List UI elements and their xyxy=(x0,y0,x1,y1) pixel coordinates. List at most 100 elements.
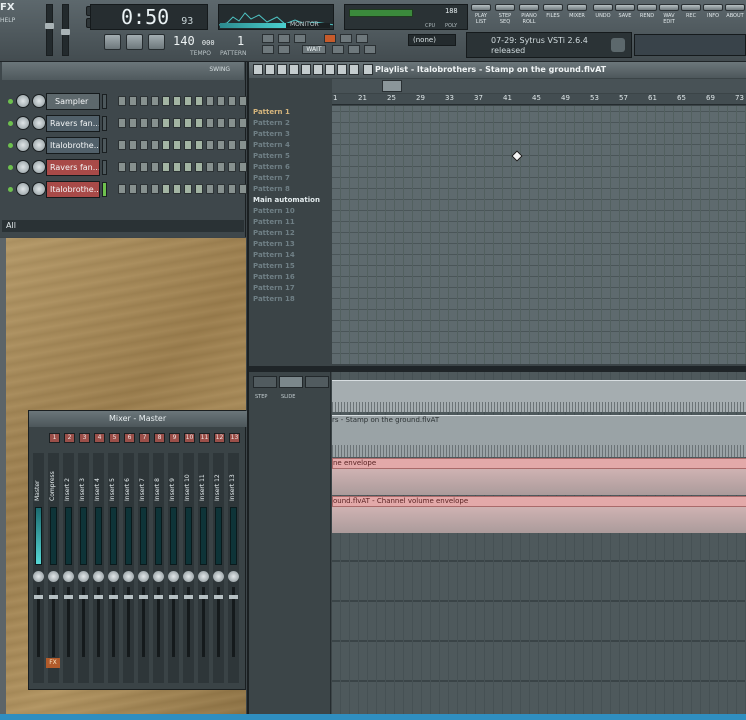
fl-logo[interactable]: FX HELP xyxy=(0,2,22,58)
mixer-track-number[interactable]: 1 xyxy=(49,433,60,443)
wait-button[interactable]: WAIT xyxy=(302,45,326,54)
pattern-item[interactable]: Pattern 8 xyxy=(253,184,329,195)
step-button[interactable] xyxy=(151,184,159,194)
mixer-fader[interactable] xyxy=(199,587,208,657)
pan-knob[interactable] xyxy=(16,182,30,196)
mixer-track[interactable]: Insert 6 xyxy=(123,453,134,683)
channel-select[interactable] xyxy=(102,138,107,153)
channel-name-button[interactable]: Italobrothe... xyxy=(46,181,100,198)
pattern-item[interactable]: Pattern 15 xyxy=(253,261,329,272)
step-button[interactable] xyxy=(217,184,225,194)
step-button[interactable] xyxy=(184,96,192,106)
monitor-label[interactable]: MONITOR xyxy=(290,21,319,28)
slice-icon[interactable] xyxy=(313,64,323,75)
snap-tool-5[interactable] xyxy=(340,34,352,43)
step-button[interactable] xyxy=(184,162,192,172)
mixer-fader[interactable] xyxy=(34,587,43,657)
master-volume-slider[interactable] xyxy=(45,4,54,56)
channel-rack-titlebar[interactable]: SWING xyxy=(2,62,244,80)
pan-knob[interactable] xyxy=(16,160,30,174)
mixer-fader[interactable] xyxy=(64,587,73,657)
channel-volume-envelope-body[interactable] xyxy=(332,507,746,533)
render-button[interactable]: REND xyxy=(636,4,658,30)
mixer-pan-knob[interactable] xyxy=(168,571,179,582)
channel-name-button[interactable]: Ravers fan... xyxy=(46,115,100,132)
step-button[interactable] xyxy=(151,118,159,128)
time-display[interactable]: 0:50 93 xyxy=(90,4,208,30)
step-button[interactable] xyxy=(118,96,126,106)
mixer-fader[interactable] xyxy=(94,587,103,657)
mixer-pan-knob[interactable] xyxy=(228,571,239,582)
channel-select[interactable] xyxy=(102,160,107,175)
delete-icon[interactable] xyxy=(289,64,299,75)
mixer-track[interactable]: Insert 11 xyxy=(198,453,209,683)
step-button[interactable] xyxy=(140,118,148,128)
news-icon[interactable] xyxy=(611,38,625,52)
playlist-button[interactable]: PLAY LIST xyxy=(470,4,492,30)
mixer-fader[interactable] xyxy=(184,587,193,657)
step-button[interactable] xyxy=(129,96,137,106)
step-button[interactable] xyxy=(129,162,137,172)
files-button[interactable]: FILES xyxy=(542,4,564,30)
pattern-item[interactable]: Pattern 16 xyxy=(253,272,329,283)
mixer-track-number[interactable]: 11 xyxy=(199,433,210,443)
volume-knob[interactable] xyxy=(32,182,46,196)
mixer-track[interactable]: Master xyxy=(33,453,44,683)
play-button[interactable] xyxy=(104,34,121,50)
step-button[interactable] xyxy=(217,162,225,172)
step-button[interactable] xyxy=(184,140,192,150)
step-button[interactable] xyxy=(173,162,181,172)
snap-tool-7[interactable] xyxy=(262,45,274,54)
snap-dropdown[interactable]: (none) xyxy=(408,34,456,46)
mixer-fader[interactable] xyxy=(79,587,88,657)
envelope-clip-body[interactable] xyxy=(332,469,746,495)
envelope-clip[interactable]: ne envelope xyxy=(332,458,746,469)
horizontal-scrollbar[interactable] xyxy=(332,79,746,93)
mixer-pan-knob[interactable] xyxy=(183,571,194,582)
pan-knob[interactable] xyxy=(16,138,30,152)
rec-button[interactable]: REC xyxy=(680,4,702,30)
mixer-track-number[interactable]: 12 xyxy=(214,433,225,443)
brush-icon[interactable] xyxy=(277,64,287,75)
playback-icon[interactable] xyxy=(349,64,359,75)
stop-button[interactable] xyxy=(126,34,143,50)
mixer-pan-knob[interactable] xyxy=(213,571,224,582)
step-button[interactable] xyxy=(184,184,192,194)
volume-knob[interactable] xyxy=(32,160,46,174)
playlist-grid[interactable] xyxy=(332,106,746,364)
step-button[interactable] xyxy=(228,118,236,128)
mixer-button[interactable]: MIXER xyxy=(566,4,588,30)
step-button[interactable] xyxy=(239,140,247,150)
step-button[interactable] xyxy=(195,140,203,150)
step-mode-icon[interactable] xyxy=(253,376,277,388)
master-pitch-slider[interactable] xyxy=(61,4,70,56)
help-label[interactable]: HELP xyxy=(0,17,22,24)
mixer-track-number[interactable]: 2 xyxy=(64,433,75,443)
mixer-pan-knob[interactable] xyxy=(63,571,74,582)
audio-clip[interactable] xyxy=(332,380,746,412)
curve-mode-icon[interactable] xyxy=(279,376,303,388)
zoom-icon[interactable] xyxy=(337,64,347,75)
mixer-fader[interactable] xyxy=(229,587,238,657)
select-icon[interactable] xyxy=(325,64,335,75)
mixer-pan-knob[interactable] xyxy=(33,571,44,582)
piano-roll-button[interactable]: PIANO ROLL xyxy=(518,4,540,30)
mute-icon[interactable] xyxy=(301,64,311,75)
step-button[interactable] xyxy=(118,184,126,194)
pattern-item[interactable]: Main automation xyxy=(253,195,329,206)
step-button[interactable] xyxy=(173,140,181,150)
snap-tool-2[interactable] xyxy=(278,34,290,43)
step-option[interactable]: STEP xyxy=(255,394,267,400)
step-button[interactable] xyxy=(162,140,170,150)
pattern-item[interactable]: Pattern 12 xyxy=(253,228,329,239)
channel-select[interactable] xyxy=(102,116,107,131)
step-button[interactable] xyxy=(239,96,247,106)
pattern-selector[interactable]: 1 xyxy=(237,34,244,48)
mixer-track-number[interactable]: 10 xyxy=(184,433,195,443)
pattern-item[interactable]: Pattern 2 xyxy=(253,118,329,129)
pattern-item[interactable]: Pattern 1 xyxy=(253,107,329,118)
undo-button[interactable]: UNDO xyxy=(592,4,614,30)
playlist-titlebar[interactable]: Playlist - Italobrothers - Stamp on the … xyxy=(249,62,746,78)
mixer-track[interactable]: Insert 13 xyxy=(228,453,239,683)
step-button[interactable] xyxy=(239,162,247,172)
